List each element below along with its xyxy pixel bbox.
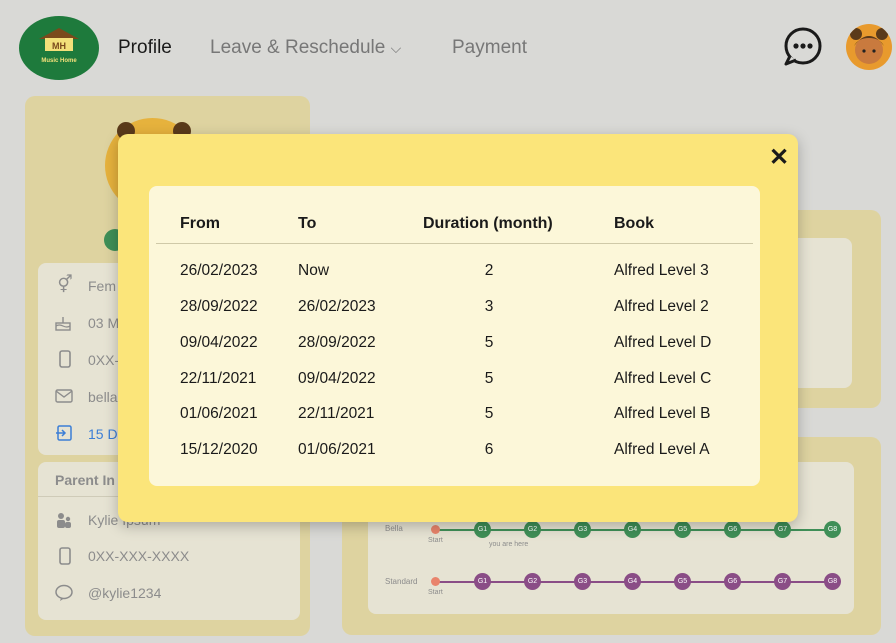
cell-to: 09/04/2022 xyxy=(298,370,376,387)
progress-step[interactable]: G4 xyxy=(624,573,641,590)
cell-to: 28/09/2022 xyxy=(298,334,376,351)
progress-step[interactable]: G8 xyxy=(824,573,841,590)
column-header-from: From xyxy=(180,215,220,232)
column-header-duration: Duration (month) xyxy=(423,215,553,232)
cell-duration: 3 xyxy=(484,298,494,315)
email-value: bella xyxy=(88,389,118,405)
table-row: 26/02/2023 Now 2 Alfred Level 3 xyxy=(149,262,760,284)
progress-step[interactable]: G5 xyxy=(674,573,691,590)
cell-to: 01/06/2021 xyxy=(298,441,376,458)
table-row: 28/09/2022 26/02/2023 3 Alfred Level 2 xyxy=(149,298,760,320)
progress-step[interactable]: G7 xyxy=(774,573,791,590)
lesson-card xyxy=(790,238,852,388)
progress-step[interactable]: G2 xyxy=(524,573,541,590)
user-avatar[interactable] xyxy=(846,24,892,70)
birthday-value: 03 M xyxy=(88,315,120,331)
progress-step[interactable]: G6 xyxy=(724,521,741,538)
phone-icon xyxy=(56,350,74,368)
chevron-down-icon: ⌵ xyxy=(390,40,402,56)
nav-payment[interactable]: Payment xyxy=(452,37,527,59)
cell-from: 22/11/2021 xyxy=(180,370,257,387)
cell-to: 26/02/2023 xyxy=(298,298,376,315)
chat-bubble-icon[interactable] xyxy=(782,26,824,68)
cell-book: Alfred Level 3 xyxy=(614,262,709,279)
cell-duration: 5 xyxy=(484,370,494,387)
progress-row-label: Standard xyxy=(385,577,418,586)
cell-book: Alfred Level B xyxy=(614,405,711,422)
parent-phone-value: 0XX-XXX-XXXX xyxy=(88,548,190,564)
table-row: 09/04/2022 28/09/2022 5 Alfred Level D xyxy=(149,334,760,356)
cell-duration: 5 xyxy=(484,334,494,351)
you-are-here-label: you are here xyxy=(489,541,529,548)
progress-row-label: Bella xyxy=(385,524,403,533)
start-label: Start xyxy=(428,537,443,544)
table-row: 22/11/2021 09/04/2022 5 Alfred Level C xyxy=(149,370,760,392)
music-home-logo[interactable]: MH Music Home xyxy=(19,16,99,80)
progress-step[interactable]: G7 xyxy=(774,521,791,538)
start-dot xyxy=(431,577,440,586)
progress-step[interactable]: G2 xyxy=(524,521,541,538)
parent-info-heading: Parent In xyxy=(55,472,115,488)
logo-subtext: Music Home xyxy=(41,58,77,64)
table-row: 01/06/2021 22/11/2021 5 Alfred Level B xyxy=(149,405,760,427)
progress-step[interactable]: G3 xyxy=(574,573,591,590)
mail-icon xyxy=(55,387,73,405)
nav-leave-reschedule-label: Leave & Reschedule xyxy=(210,37,386,58)
cell-from: 15/12/2020 xyxy=(180,441,258,458)
column-header-to: To xyxy=(298,215,317,232)
header-divider xyxy=(156,243,753,244)
parent-user-icon xyxy=(55,511,73,529)
cell-duration: 2 xyxy=(484,262,494,279)
sign-in-icon xyxy=(55,424,73,442)
gender-value: Fem xyxy=(88,278,116,294)
cell-from: 01/06/2021 xyxy=(180,405,258,422)
cell-duration: 5 xyxy=(484,405,494,422)
cell-to: 22/11/2021 xyxy=(298,405,375,422)
avatar-face-icon xyxy=(850,28,888,64)
phone-value: 0XX- xyxy=(88,352,120,368)
cell-duration: 6 xyxy=(484,441,494,458)
progress-step[interactable]: G6 xyxy=(724,573,741,590)
joined-value: 15 D xyxy=(88,426,118,442)
parent-line-value: @kylie1234 xyxy=(88,585,162,601)
logo-initials: MH xyxy=(52,41,66,51)
birthday-cake-icon xyxy=(54,314,72,332)
nav-profile[interactable]: Profile xyxy=(118,37,172,59)
cell-book: Alfred Level 2 xyxy=(614,298,709,315)
progress-step[interactable]: G3 xyxy=(574,521,591,538)
cell-book: Alfred Level D xyxy=(614,334,712,351)
parent-phone-icon xyxy=(56,547,74,565)
cell-from: 28/09/2022 xyxy=(180,298,258,315)
book-history-table: From To Duration (month) Book 26/02/2023… xyxy=(149,186,760,486)
gender-icon: ⚥ xyxy=(57,275,73,294)
cell-from: 09/04/2022 xyxy=(180,334,258,351)
cell-book: Alfred Level C xyxy=(614,370,712,387)
progress-step[interactable]: G1 xyxy=(474,573,491,590)
cell-to: Now xyxy=(298,262,330,279)
cell-book: Alfred Level A xyxy=(614,441,710,458)
book-history-modal: ✕ From To Duration (month) Book 26/02/20… xyxy=(118,134,798,522)
progress-step[interactable]: G8 xyxy=(824,521,841,538)
nav-leave-reschedule[interactable]: Leave & Reschedule ⌵ xyxy=(210,37,401,59)
progress-step[interactable]: G1 xyxy=(474,521,491,538)
start-dot xyxy=(431,525,440,534)
line-app-icon xyxy=(55,584,73,602)
table-row: 15/12/2020 01/06/2021 6 Alfred Level A xyxy=(149,441,760,463)
column-header-book: Book xyxy=(614,215,654,232)
progress-step[interactable]: G5 xyxy=(674,521,691,538)
progress-step[interactable]: G4 xyxy=(624,521,641,538)
close-icon[interactable]: ✕ xyxy=(765,144,793,172)
start-label: Start xyxy=(428,589,443,596)
cell-from: 26/02/2023 xyxy=(180,262,258,279)
